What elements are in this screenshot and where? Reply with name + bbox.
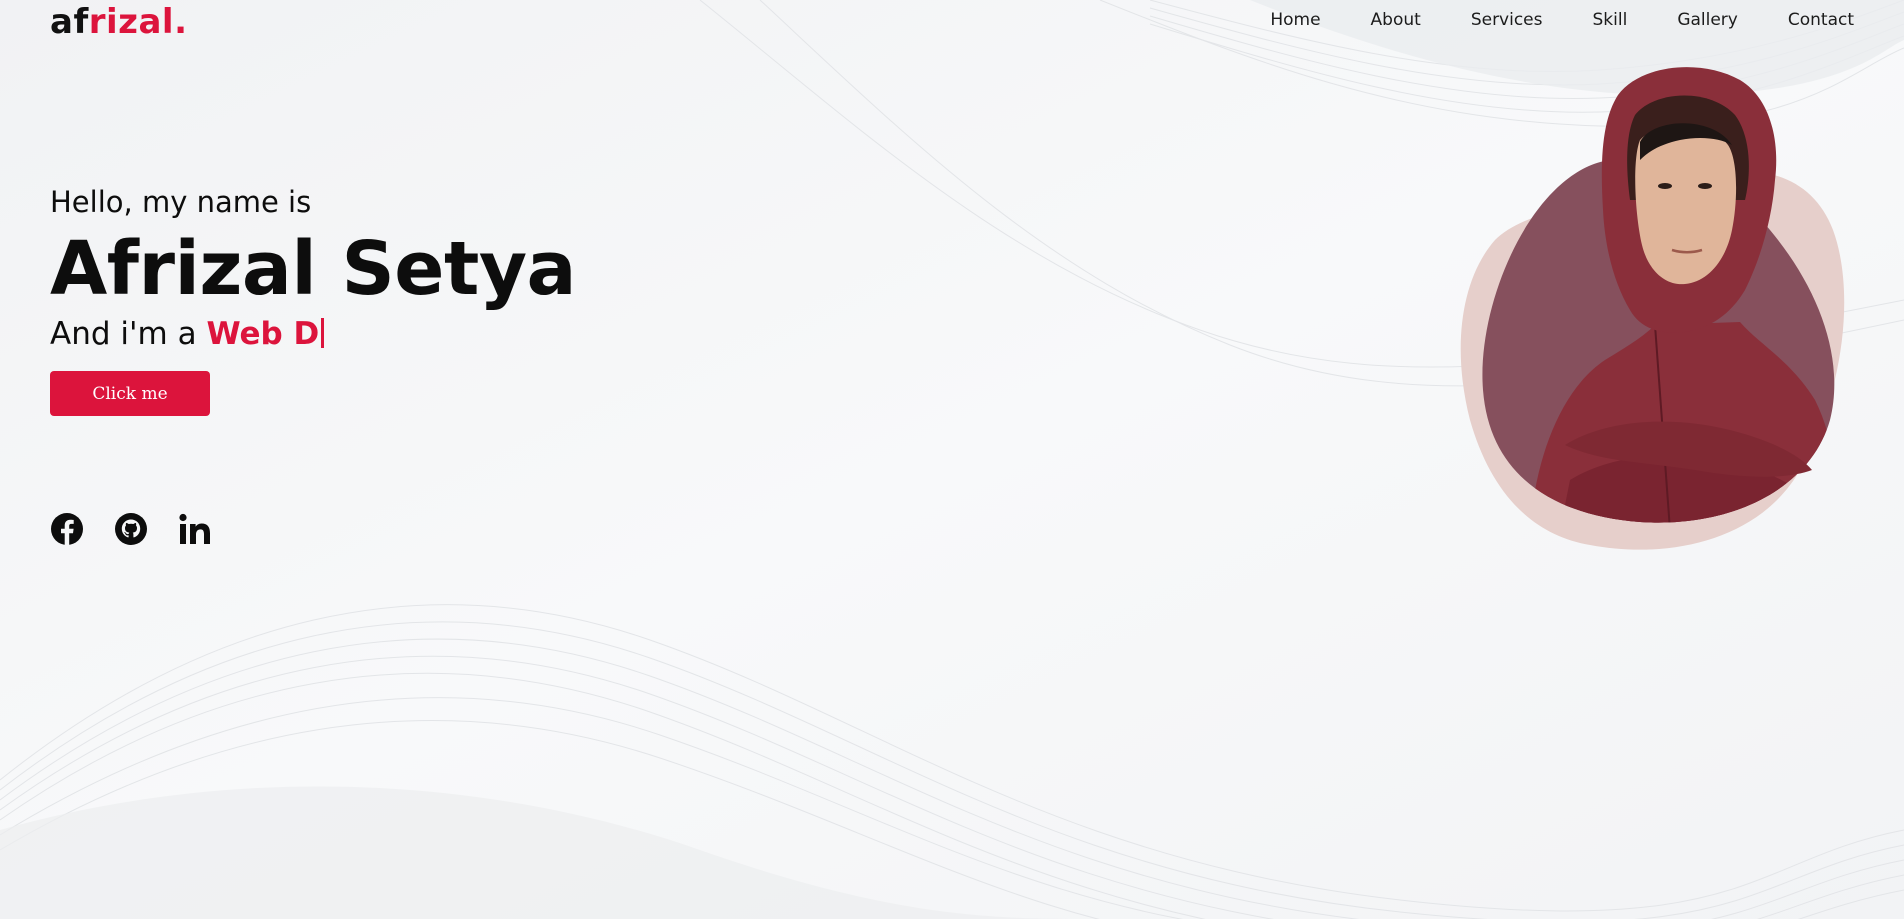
logo-part-2: rizal: [88, 2, 175, 42]
hero-role-line: And i'm a Web D: [50, 314, 576, 354]
logo[interactable]: afrizal.: [50, 2, 187, 42]
nav-link-gallery[interactable]: Gallery: [1677, 10, 1738, 30]
click-me-button[interactable]: Click me: [50, 371, 210, 416]
typing-caret: [321, 318, 325, 348]
nav-link-contact[interactable]: Contact: [1788, 10, 1854, 30]
nav-item-skill: Skill: [1593, 10, 1628, 30]
navbar: afrizal. Home About Services Skill Galle…: [0, 0, 1904, 44]
nav-link-home[interactable]: Home: [1270, 10, 1320, 30]
logo-dot: .: [174, 2, 188, 42]
hero-greeting: Hello, my name is: [50, 185, 312, 219]
nav-link-about[interactable]: About: [1371, 10, 1421, 30]
nav-item-gallery: Gallery: [1677, 10, 1738, 30]
hero-section: Hello, my name is Afrizal Setya And i'm …: [50, 180, 577, 416]
hero-role-prefix: And i'm a: [50, 316, 207, 352]
nav-item-services: Services: [1471, 10, 1543, 30]
social-links: [50, 512, 212, 546]
facebook-icon[interactable]: [50, 512, 84, 546]
github-icon[interactable]: [114, 512, 148, 546]
nav-link-skill[interactable]: Skill: [1593, 10, 1628, 30]
linkedin-icon[interactable]: [178, 512, 212, 546]
nav-item-contact: Contact: [1788, 10, 1854, 30]
nav-item-home: Home: [1270, 10, 1320, 30]
logo-part-1: af: [50, 2, 89, 42]
hero-role-typed: Web D: [206, 316, 320, 352]
nav-item-about: About: [1371, 10, 1421, 30]
hero-name: Afrizal Setya: [50, 226, 577, 312]
nav-menu: Home About Services Skill Gallery Contac…: [1270, 10, 1854, 30]
nav-link-services[interactable]: Services: [1471, 10, 1543, 30]
profile-portrait: [1460, 67, 1845, 550]
